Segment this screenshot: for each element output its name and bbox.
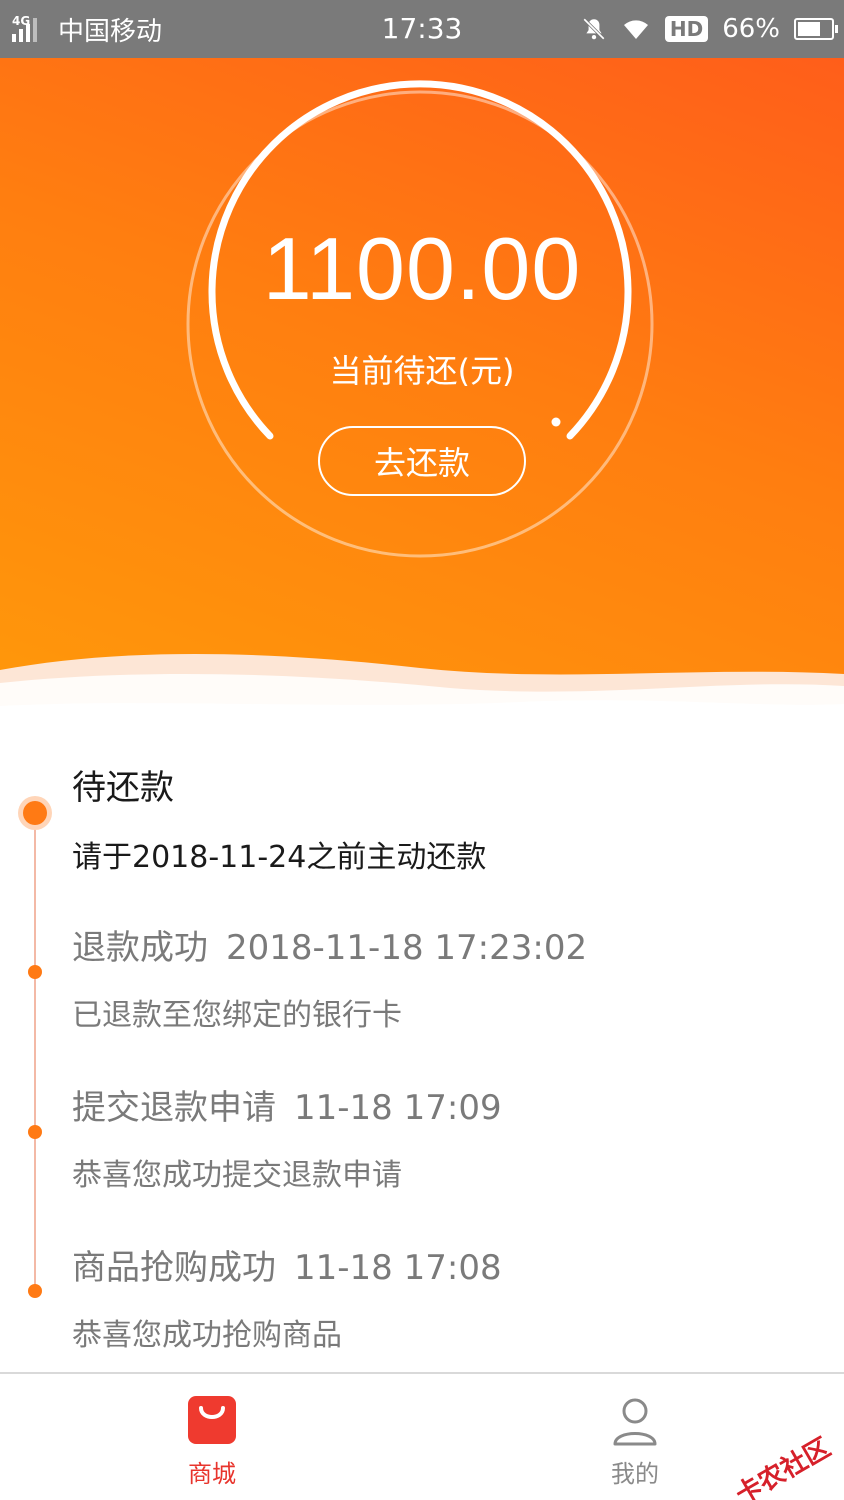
- nav-mine-label: 我的: [611, 1460, 659, 1488]
- timeline-desc: 恭喜您成功提交退款申请: [72, 1158, 402, 1193]
- timeline-desc: 恭喜您成功抢购商品: [72, 1318, 342, 1353]
- hd-badge: HD: [664, 16, 709, 42]
- timeline-line: [34, 812, 36, 1292]
- timeline-desc: 已退款至您绑定的银行卡: [72, 998, 402, 1033]
- pending-amount: 1100.00: [262, 219, 582, 318]
- bottom-nav: 商城 我的: [0, 1372, 844, 1500]
- pending-amount-label: 当前待还(元): [329, 352, 515, 390]
- timeline-dot-active: [23, 801, 47, 825]
- status-left: 4G 中国移动: [12, 0, 162, 58]
- timeline-time: 2018-11-18 17:23:02: [226, 928, 588, 968]
- signal-icon: 4G: [12, 14, 48, 42]
- timeline-title: 提交退款申请 11-18 17:09: [72, 1080, 502, 1129]
- timeline-title: 退款成功 2018-11-18 17:23:02: [72, 920, 587, 969]
- timeline-title: 待还款: [72, 760, 174, 809]
- nav-shop-label: 商城: [188, 1460, 236, 1488]
- status-bar: 4G 中国移动 17:33 HD 66%: [0, 0, 844, 58]
- nav-mine[interactable]: 我的: [545, 1374, 725, 1500]
- battery-percent: 66%: [722, 14, 780, 44]
- wifi-icon: [623, 20, 648, 39]
- repayment-header: 1100.00 当前待还(元) 去还款: [0, 58, 844, 738]
- timeline-dot: [28, 1125, 42, 1139]
- timeline-title: 商品抢购成功 11-18 17:08: [72, 1240, 502, 1289]
- timeline-desc: 请于2018-11-24之前主动还款: [72, 840, 487, 875]
- mute-bell-icon: [582, 18, 605, 40]
- timeline-title-text: 退款成功: [72, 928, 208, 968]
- nav-shop[interactable]: 商城: [122, 1374, 302, 1500]
- status-right: HD 66%: [581, 0, 838, 58]
- wave-decoration: [0, 654, 844, 738]
- shopping-bag-icon: [188, 1396, 236, 1444]
- timeline-time: 11-18 17:08: [294, 1248, 502, 1288]
- timeline-dot: [28, 965, 42, 979]
- timeline-title-text: 商品抢购成功: [72, 1248, 276, 1288]
- timeline-title-text: 待还款: [72, 768, 174, 808]
- progress-ring: [186, 80, 654, 558]
- carrier-name: 中国移动: [58, 16, 163, 47]
- user-icon: [613, 1398, 657, 1446]
- network-type: 4G: [12, 14, 31, 28]
- timeline-time: 11-18 17:09: [294, 1088, 502, 1128]
- repay-button[interactable]: 去还款: [318, 426, 526, 496]
- battery-icon: [794, 18, 838, 40]
- timeline-dot: [28, 1284, 42, 1298]
- timeline-title-text: 提交退款申请: [72, 1088, 276, 1128]
